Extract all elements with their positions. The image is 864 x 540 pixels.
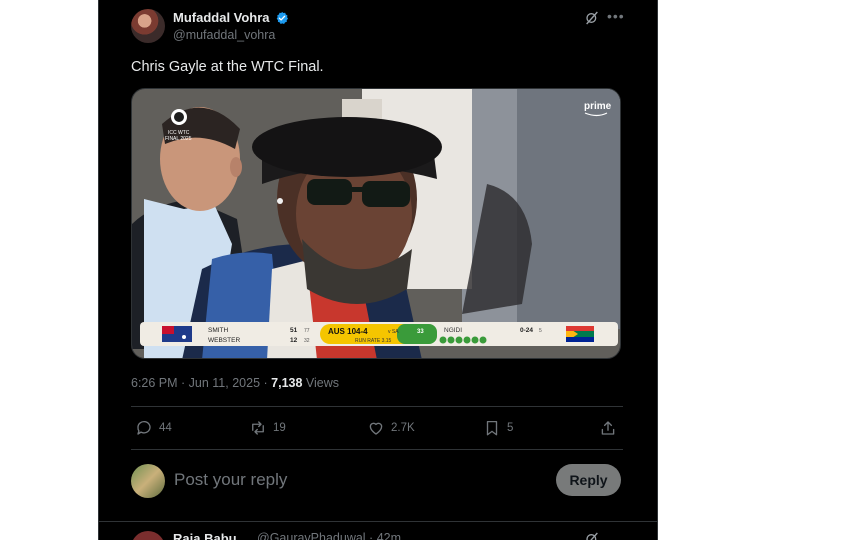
verified-badge-icon bbox=[276, 11, 289, 24]
bookmark-count: 5 bbox=[507, 422, 514, 434]
tweet-media-image[interactable]: prime ICC WTC FINAL 2025 SMITH 51 77 WEB… bbox=[131, 88, 621, 359]
share-icon bbox=[601, 421, 615, 435]
batter2-name: WEBSTER bbox=[208, 337, 240, 344]
repost-count: 19 bbox=[273, 422, 286, 434]
svg-text:FINAL 2025: FINAL 2025 bbox=[165, 136, 192, 142]
next-tweet-avatar[interactable] bbox=[131, 531, 165, 540]
reply-input[interactable]: Post your reply bbox=[174, 470, 287, 490]
bowler-figures: 0-24 bbox=[520, 327, 533, 334]
views-label: Views bbox=[305, 376, 340, 390]
batter1-name: SMITH bbox=[208, 327, 229, 334]
bookmark-action-button[interactable]: 5 bbox=[483, 418, 513, 438]
like-count: 2.7K bbox=[391, 422, 415, 434]
reply-count: 44 bbox=[159, 422, 172, 434]
grok-icon[interactable] bbox=[584, 531, 600, 540]
author-handle[interactable]: @mufaddal_vohra bbox=[173, 28, 275, 42]
scorebar: SMITH 51 77 WEBSTER 12 32 AUS 104-4 v SA… bbox=[140, 322, 618, 346]
batter2-runs: 12 bbox=[290, 337, 298, 344]
views-count: 7,138 bbox=[271, 376, 303, 390]
tweet-meta: 6:26 PM · Jun 11, 2025 · 7,138 Views bbox=[131, 376, 339, 390]
team-score: AUS 104-4 bbox=[328, 327, 368, 336]
share-action-button[interactable] bbox=[599, 418, 623, 438]
tweet-text: Chris Gayle at the WTC Final. bbox=[131, 59, 324, 75]
repost-icon bbox=[252, 421, 264, 435]
bowler-overs: 5 bbox=[539, 328, 542, 334]
repost-action-button[interactable]: 19 bbox=[249, 418, 286, 438]
grok-icon[interactable] bbox=[584, 10, 600, 26]
run-rate: RUN RATE 3.15 bbox=[355, 338, 392, 344]
bowler-name: NGIDI bbox=[444, 327, 462, 334]
tweet-column: Mufaddal Vohra @mufaddal_vohra ••• Chris… bbox=[98, 0, 658, 540]
divider bbox=[131, 406, 623, 407]
author-name[interactable]: Mufaddal Vohra bbox=[173, 10, 270, 25]
batter2-balls: 32 bbox=[304, 338, 310, 344]
timestamp[interactable]: 6:26 PM · Jun 11, 2025 · bbox=[131, 376, 268, 390]
bookmark-icon bbox=[486, 420, 498, 436]
batter1-balls: 77 bbox=[304, 328, 310, 334]
batter1-runs: 51 bbox=[290, 327, 298, 334]
current-user-avatar[interactable] bbox=[131, 464, 165, 498]
heart-icon bbox=[369, 422, 383, 435]
divider bbox=[131, 449, 623, 450]
reply-action-button[interactable]: 44 bbox=[135, 418, 172, 438]
page: Mufaddal Vohra @mufaddal_vohra ••• Chris… bbox=[0, 0, 864, 540]
vs-label: v SA bbox=[388, 329, 399, 335]
overs: 33 bbox=[417, 329, 424, 335]
reply-icon bbox=[137, 420, 151, 435]
like-action-button[interactable]: 2.7K bbox=[367, 418, 415, 438]
svg-text:prime: prime bbox=[584, 101, 612, 112]
more-options-icon[interactable]: ••• bbox=[607, 8, 625, 24]
author-avatar[interactable] bbox=[131, 9, 165, 43]
reply-button[interactable]: Reply bbox=[556, 464, 621, 496]
next-tweet-author-handle[interactable]: @GauravPhaduwal · 42m bbox=[257, 531, 401, 540]
divider bbox=[99, 521, 657, 522]
next-tweet-author-name[interactable]: Raja Babu bbox=[173, 531, 237, 540]
